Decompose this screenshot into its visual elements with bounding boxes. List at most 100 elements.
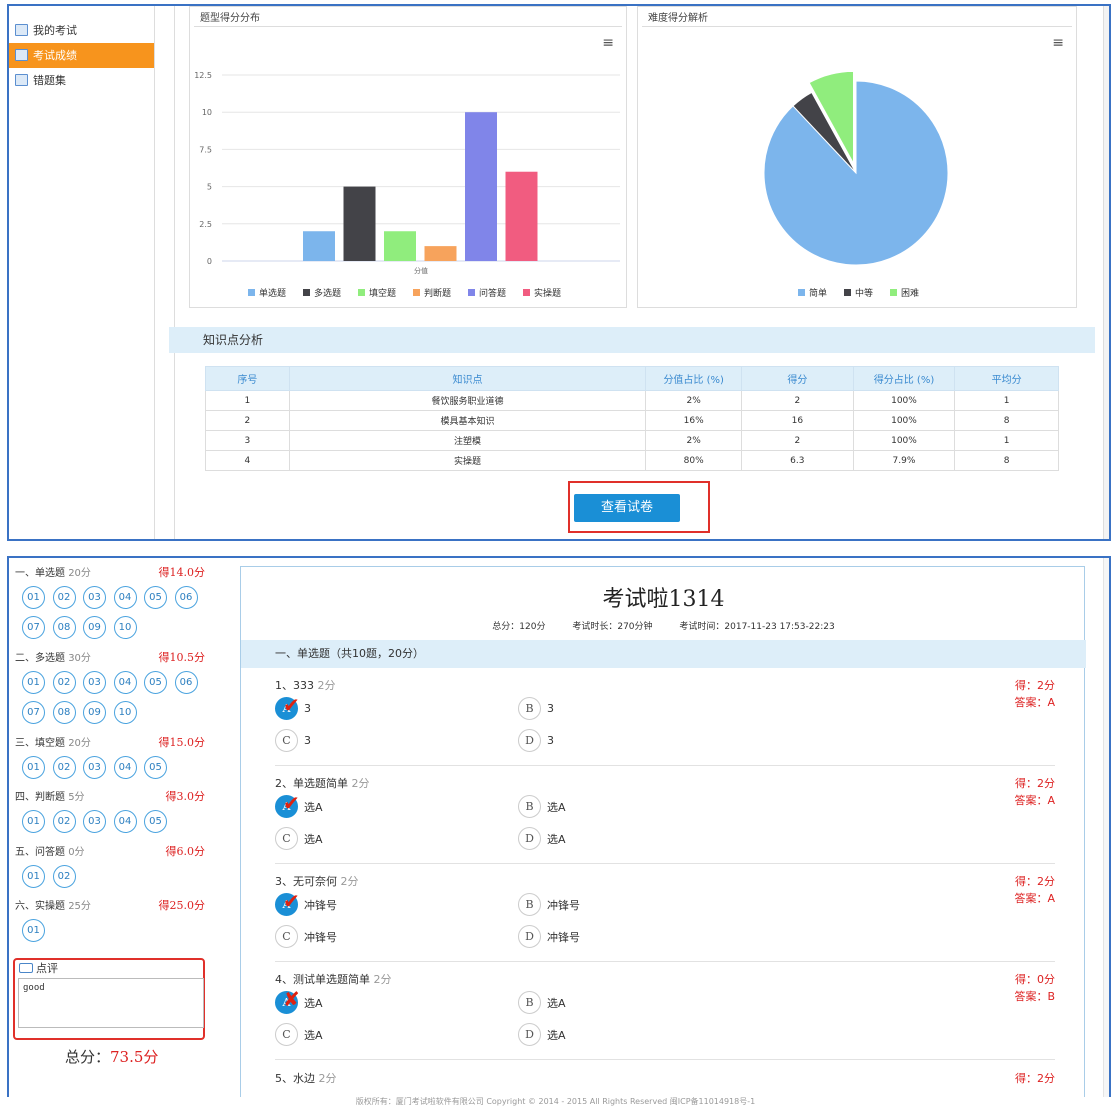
table-row: 3 注塑模 2% 2 100% 1 (205, 430, 1059, 451)
legend-item[interactable]: 实操题 (534, 287, 561, 299)
option-b[interactable]: B 冲锋号 (518, 893, 580, 916)
legend-item[interactable]: 中等 (855, 287, 873, 299)
question-number-button[interactable]: 02 (52, 586, 76, 609)
comment-icon (19, 963, 33, 973)
question-number-button[interactable]: 06 (174, 586, 198, 609)
view-paper-button[interactable]: 查看试卷 (574, 494, 680, 522)
question-number-button[interactable]: 02 (52, 671, 76, 694)
option-a[interactable]: A 冲锋号 ✔ (275, 889, 337, 916)
question-number-button[interactable]: 04 (113, 671, 137, 694)
question-number-button[interactable]: 04 (113, 756, 137, 779)
option-a[interactable]: A 选A ✔ (275, 791, 323, 818)
question-number-button[interactable]: 02 (52, 756, 76, 779)
legend-item[interactable]: 判断题 (424, 287, 451, 299)
question-number-button[interactable]: 03 (83, 756, 106, 779)
section-score: 得25.0分 (158, 899, 206, 912)
table-cell: 注塑模 (288, 430, 647, 451)
bar-4[interactable] (465, 112, 497, 261)
question-number-button[interactable]: 06 (174, 671, 198, 694)
legend-item[interactable]: 单选题 (259, 287, 286, 299)
bar-5[interactable] (505, 171, 538, 261)
question: 3、无可奈何 2分 得：2分 答案：A A 冲锋号 ✔ B 冲锋号 C 冲锋号 D 冲锋号 (275, 873, 1055, 953)
question-number-button[interactable]: 04 (113, 586, 137, 609)
score-report-window: 我的考试 考试成绩 错题集 题型得分分布 ≡ 0 2.5 5 7.5 10 12.5 分值 单选题… (7, 4, 1111, 541)
legend-swatch (468, 289, 475, 296)
question-number-button[interactable]: 05 (144, 810, 167, 833)
pie-chart-panel: 难度得分解析 ≡ 简单 中等 困难 (637, 6, 1077, 308)
question-number-button[interactable]: 08 (52, 701, 76, 724)
legend-item[interactable]: 多选题 (314, 287, 341, 299)
scrollbar[interactable] (1103, 558, 1109, 1106)
comment-textarea[interactable]: good (18, 978, 204, 1028)
question-number-button[interactable]: 01 (22, 810, 45, 833)
bar-2[interactable] (384, 231, 416, 261)
question-title: 3、无可奈何 2分 (275, 873, 1055, 889)
question-title: 1、333 2分 (275, 677, 1055, 693)
scrollbar[interactable] (1103, 6, 1109, 539)
question-number-button[interactable]: 01 (22, 865, 45, 888)
nav-item-1[interactable]: 考试成绩 (9, 43, 154, 68)
nav-item-0[interactable]: 我的考试 (9, 18, 154, 43)
copyright-footer: 版权所有：厦门考试啦软件有限公司 Copyright © 2014 - 2015… (0, 1097, 1111, 1106)
option-c[interactable]: C 选A (275, 1023, 323, 1046)
section-score: 得6.0分 (165, 845, 206, 858)
section-title: 三、填空题 20分 (15, 734, 91, 749)
question-number-button[interactable]: 07 (22, 616, 45, 639)
bar-0[interactable] (303, 231, 335, 261)
question-title: 5、水边 2分 (275, 1070, 1055, 1086)
question-number-button[interactable]: 05 (144, 586, 167, 609)
question-number-button[interactable]: 05 (144, 756, 167, 779)
option-b[interactable]: B 选A (518, 795, 566, 818)
legend-item[interactable]: 问答题 (479, 287, 506, 299)
bar-3[interactable] (424, 246, 457, 261)
question-number-button[interactable]: 03 (83, 671, 106, 694)
score-got: 得：2分 (1015, 1072, 1055, 1085)
option-c[interactable]: C 冲锋号 (275, 925, 337, 948)
question-number-button[interactable]: 03 (83, 810, 106, 833)
question-number-button[interactable]: 04 (113, 810, 137, 833)
question-number-button[interactable]: 09 (83, 616, 106, 639)
question-number-button[interactable]: 08 (52, 616, 76, 639)
nav-item-2[interactable]: 错题集 (9, 68, 154, 93)
question-number-button[interactable]: 01 (22, 671, 45, 694)
left-navigation: 我的考试考试成绩 错题集 (9, 6, 155, 539)
table-cell: 模具基本知识 (288, 410, 647, 431)
total-score-label: 总分： (65, 1048, 111, 1066)
question-number-button[interactable]: 07 (22, 701, 45, 724)
legend-item[interactable]: 填空题 (369, 287, 396, 299)
option-d[interactable]: D 选A (518, 1023, 566, 1046)
table-cell: 80% (645, 450, 743, 471)
option-d[interactable]: D3 (518, 729, 554, 752)
question-number-button[interactable]: 03 (83, 586, 106, 609)
option-a[interactable]: A 选A ✘ (275, 987, 323, 1014)
question-divider (275, 765, 1055, 766)
option-letter: B (518, 991, 541, 1014)
y-tick-label: 5 (207, 183, 212, 192)
question-number-button[interactable]: 01 (22, 919, 45, 942)
option-c[interactable]: C 选A (275, 827, 323, 850)
pie-chart: 简单 中等 困难 (763, 70, 949, 299)
option-d[interactable]: D 冲锋号 (518, 925, 580, 948)
question-number-button[interactable]: 05 (144, 671, 167, 694)
option-c[interactable]: C3 (275, 729, 311, 752)
question-number-button[interactable]: 02 (52, 810, 76, 833)
option-a[interactable]: A 3 ✔ (275, 693, 311, 720)
section-title: 五、问答题 0分 (15, 843, 85, 858)
legend-item[interactable]: 简单 (809, 287, 827, 299)
legend-swatch (523, 289, 530, 296)
nav-item-label: 我的考试 (33, 24, 77, 37)
question-number-button[interactable]: 01 (22, 756, 45, 779)
option-letter: C (275, 827, 298, 850)
table-cell: 2 (741, 430, 854, 451)
question-number-button[interactable]: 10 (113, 701, 137, 724)
option-b[interactable]: B3 (518, 697, 554, 720)
option-d[interactable]: D 选A (518, 827, 566, 850)
question-number-button[interactable]: 02 (52, 865, 76, 888)
question-text: 4、测试单选题简单 (275, 973, 370, 986)
bar-1[interactable] (343, 186, 376, 261)
question-number-button[interactable]: 10 (113, 616, 137, 639)
question-number-button[interactable]: 01 (22, 586, 45, 609)
legend-item[interactable]: 困难 (901, 288, 919, 299)
option-b[interactable]: B 选A (518, 991, 566, 1014)
question-number-button[interactable]: 09 (83, 701, 106, 724)
